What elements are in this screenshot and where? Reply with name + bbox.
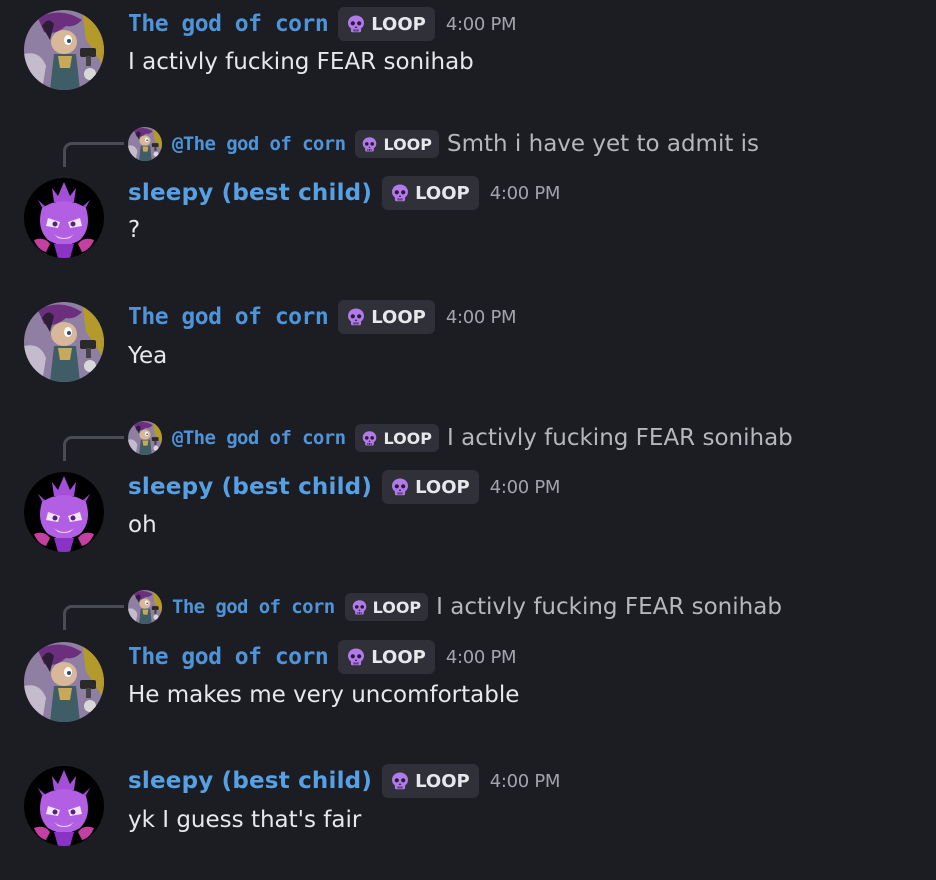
guild-tag-label: LOOP xyxy=(372,597,422,617)
timestamp[interactable]: 4:00 PM xyxy=(446,647,517,668)
message-header: sleepy (best child) LOOP 4:00 PM xyxy=(128,761,560,801)
guild-tag-label: LOOP xyxy=(415,770,470,792)
message-text: yk I guess that's fair xyxy=(128,807,362,833)
reply-spine xyxy=(63,605,124,630)
skull-icon xyxy=(361,430,378,447)
guild-tag[interactable]: LOOP xyxy=(338,7,435,41)
guild-tag[interactable]: LOOP xyxy=(382,470,479,504)
message-header: The god of corn LOOP 4:00 PM xyxy=(128,4,517,44)
reply-text: I activly fucking FEAR sonihab xyxy=(447,425,793,451)
reply-preview[interactable]: @The god of corn LOOP I activly fucking … xyxy=(128,419,793,457)
guild-tag-label: LOOP xyxy=(415,476,470,498)
skull-icon xyxy=(361,136,378,153)
author-name[interactable]: sleepy (best child) xyxy=(128,180,372,206)
message-header: The god of corn LOOP 4:00 PM xyxy=(128,297,517,337)
timestamp[interactable]: 4:00 PM xyxy=(490,477,561,498)
guild-tag-label: LOOP xyxy=(371,13,426,35)
guild-tag-label: LOOP xyxy=(415,182,470,204)
reply-author[interactable]: The god of corn xyxy=(172,596,335,618)
guild-tag[interactable]: LOOP xyxy=(338,640,435,674)
guild-tag-label: LOOP xyxy=(383,134,432,154)
reply-author[interactable]: @The god of corn xyxy=(172,427,346,449)
reply-spine xyxy=(63,436,124,461)
author-name[interactable]: The god of corn xyxy=(128,11,329,37)
reply-preview[interactable]: @The god of corn LOOP Smth i have yet to… xyxy=(128,125,759,163)
reply-text: I activly fucking FEAR sonihab xyxy=(436,594,782,620)
avatar[interactable] xyxy=(24,766,104,846)
message-header: sleepy (best child) LOOP 4:00 PM xyxy=(128,173,560,213)
guild-tag-label: LOOP xyxy=(371,646,426,668)
guild-tag[interactable]: LOOP xyxy=(382,764,479,798)
avatar[interactable] xyxy=(24,10,104,90)
skull-icon xyxy=(390,771,410,791)
reply-preview[interactable]: The god of corn LOOP I activly fucking F… xyxy=(128,588,782,626)
guild-tag[interactable]: LOOP xyxy=(338,300,435,334)
timestamp[interactable]: 4:00 PM xyxy=(446,14,517,35)
message-text: I activly fucking FEAR sonihab xyxy=(128,49,474,75)
skull-icon xyxy=(390,477,410,497)
author-name[interactable]: The god of corn xyxy=(128,304,329,330)
avatar[interactable] xyxy=(24,472,104,552)
guild-tag-label: LOOP xyxy=(383,428,432,448)
guild-tag: LOOP xyxy=(344,593,429,621)
message-header: The god of corn LOOP 4:00 PM xyxy=(128,637,517,677)
skull-icon xyxy=(351,599,368,616)
message-text: ? xyxy=(128,217,141,243)
author-name[interactable]: sleepy (best child) xyxy=(128,768,372,794)
reply-avatar xyxy=(128,590,162,624)
skull-icon xyxy=(346,647,366,667)
avatar[interactable] xyxy=(24,642,104,722)
timestamp[interactable]: 4:00 PM xyxy=(490,183,561,204)
message-text: He makes me very uncomfortable xyxy=(128,682,520,708)
guild-tag: LOOP xyxy=(355,424,439,452)
skull-icon xyxy=(346,307,366,327)
reply-author[interactable]: @The god of corn xyxy=(172,133,346,155)
avatar[interactable] xyxy=(24,302,104,382)
reply-spine xyxy=(63,142,124,167)
avatar[interactable] xyxy=(24,178,104,258)
author-name[interactable]: The god of corn xyxy=(128,644,329,670)
message-text: Yea xyxy=(128,343,168,369)
guild-tag: LOOP xyxy=(355,130,439,158)
message-header: sleepy (best child) LOOP 4:00 PM xyxy=(128,467,560,507)
timestamp[interactable]: 4:00 PM xyxy=(490,771,561,792)
skull-icon xyxy=(390,183,410,203)
timestamp[interactable]: 4:00 PM xyxy=(446,307,517,328)
reply-text: Smth i have yet to admit is xyxy=(447,131,760,157)
skull-icon xyxy=(346,14,366,34)
guild-tag[interactable]: LOOP xyxy=(382,176,479,210)
guild-tag-label: LOOP xyxy=(371,306,426,328)
message-text: oh xyxy=(128,512,157,538)
reply-avatar xyxy=(128,421,162,455)
author-name[interactable]: sleepy (best child) xyxy=(128,474,372,500)
reply-avatar xyxy=(128,127,162,161)
